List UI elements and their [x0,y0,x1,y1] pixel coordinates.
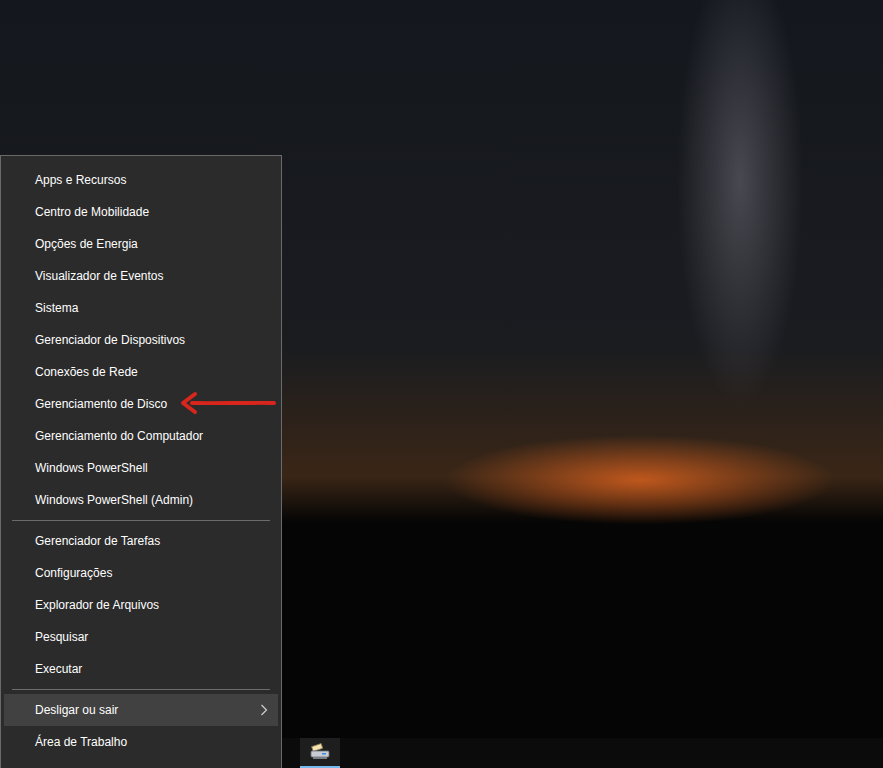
red-arrow-icon [178,390,278,416]
menu-item[interactable]: Área de Trabalho [4,726,278,758]
menu-item[interactable]: Centro de Mobilidade [4,196,278,228]
desktop: Apps e Recursos Centro de Mobilidade Opçõe… [0,0,883,768]
menu-item-label: Windows PowerShell (Admin) [35,492,193,508]
menu-item[interactable]: Visualizador de Eventos [4,260,278,292]
menu-item-label: Visualizador de Eventos [35,268,164,284]
menu-item[interactable]: Pesquisar [4,621,278,653]
quick-link-menu: Apps e Recursos Centro de Mobilidade Opçõe… [0,155,282,768]
menu-item-label: Gerenciamento do Computador [35,428,203,444]
menu-section: Gerenciador de Tarefas Configurações Explo… [4,525,278,685]
taskbar-app[interactable] [300,738,340,768]
menu-item[interactable]: Executar [4,653,278,685]
menu-item-label: Centro de Mobilidade [35,204,149,220]
menu-item-label: Desligar ou sair [35,702,118,718]
menu-item-label: Explorador de Arquivos [35,597,159,613]
menu-item[interactable]: Gerenciador de Tarefas [4,525,278,557]
menu-separator [12,689,270,690]
menu-item[interactable]: Conexões de Rede [4,356,278,388]
menu-separator [12,520,270,521]
menu-item-label: Sistema [35,300,78,316]
menu-item[interactable]: Gerenciamento do Computador [4,420,278,452]
menu-item-label: Área de Trabalho [35,734,127,750]
menu-item[interactable]: Configurações [4,557,278,589]
menu-item[interactable]: Windows PowerShell [4,452,278,484]
menu-item[interactable]: Desligar ou sair [4,694,278,726]
menu-item-label: Executar [35,661,82,677]
menu-item[interactable]: Opções de Energia [4,228,278,260]
menu-item-label: Gerenciador de Tarefas [35,533,160,549]
menu-item-label: Pesquisar [35,629,88,645]
menu-item[interactable]: Windows PowerShell (Admin) [4,484,278,516]
menu-item-label: Configurações [35,565,112,581]
menu-item-label: Conexões de Rede [35,364,138,380]
menu-item-label: Gerenciamento de Disco [35,396,167,412]
menu-item[interactable]: Explorador de Arquivos [4,589,278,621]
menu-section: Desligar ou sair Área de Trabalho [4,694,278,758]
menu-item[interactable]: Apps e Recursos [4,164,278,196]
menu-item-label: Opções de Energia [35,236,138,252]
menu-item[interactable]: Gerenciador de Dispositivos [4,324,278,356]
menu-item-label: Apps e Recursos [35,172,126,188]
menu-item-label: Windows PowerShell [35,460,148,476]
scanner-app-icon [309,743,331,761]
chevron-right-icon [260,704,268,716]
menu-item-label: Gerenciador de Dispositivos [35,332,185,348]
menu-item[interactable]: Sistema [4,292,278,324]
menu-section: Apps e Recursos Centro de Mobilidade Opçõe… [4,164,278,516]
